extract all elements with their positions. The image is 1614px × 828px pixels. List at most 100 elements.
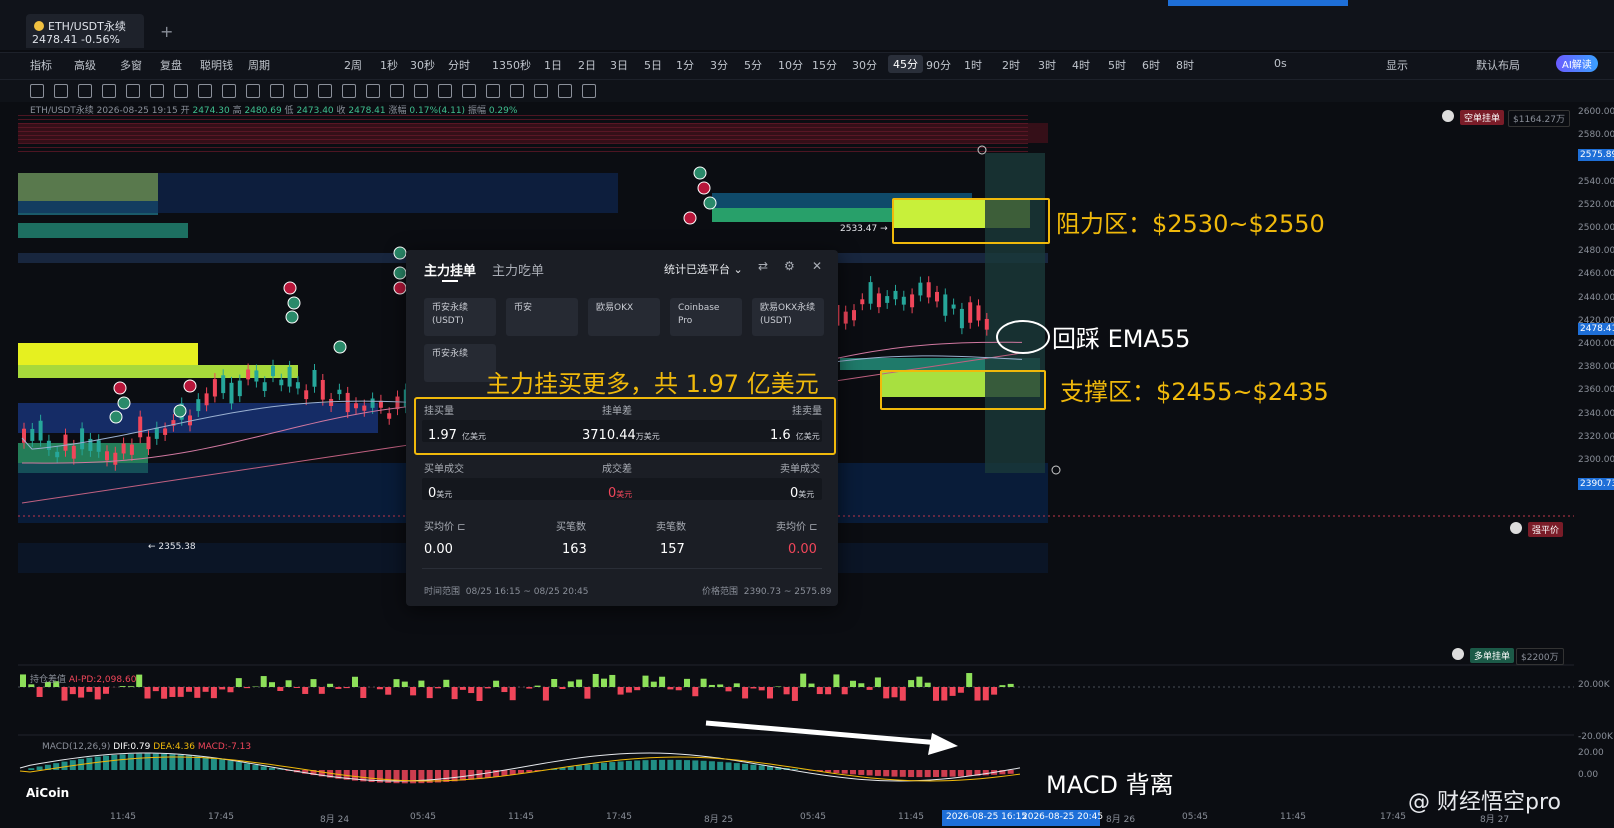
filter-icon[interactable] <box>510 84 524 98</box>
lock-icon[interactable] <box>438 84 452 98</box>
toolbar-item[interactable]: 1秒 <box>380 57 398 73</box>
toolbar-item[interactable]: AI解读 <box>1556 55 1598 72</box>
exchange-chip[interactable]: Coinbase Pro <box>670 298 742 336</box>
toolbar-item[interactable]: 5分 <box>744 57 762 73</box>
toolbar-item[interactable]: 周期 <box>248 57 270 73</box>
toolbar-item[interactable]: 分时 <box>448 57 470 73</box>
bid-orders-tag[interactable]: 多单挂单 <box>1470 648 1515 663</box>
exchange-chip[interactable]: 币安 <box>506 298 578 336</box>
macd-bar <box>758 765 765 770</box>
toolbar-item[interactable]: 30秒 <box>410 57 435 73</box>
layer-icon[interactable] <box>270 84 284 98</box>
ray-tool-icon[interactable] <box>78 84 92 98</box>
chip-icon[interactable] <box>222 84 236 98</box>
pen-icon[interactable] <box>390 84 404 98</box>
toolbar-item[interactable]: 复盘 <box>160 57 182 73</box>
toolbar-item[interactable]: 3时 <box>1038 57 1056 73</box>
platform-select[interactable]: 统计已选平台 ⌄ <box>664 261 743 277</box>
toolbar-item[interactable]: 90分 <box>926 57 951 73</box>
brush-icon[interactable] <box>414 84 428 98</box>
toolbar-item[interactable]: 指标 <box>30 57 52 73</box>
hline-tool-icon[interactable] <box>54 84 68 98</box>
toolbar-item[interactable]: 30分 <box>852 57 877 73</box>
toolbar-item[interactable]: 6时 <box>1142 57 1160 73</box>
trade-diff-unit: 美元 <box>616 490 633 499</box>
toolbar-item[interactable]: 默认布局 <box>1476 57 1520 73</box>
trash-icon[interactable] <box>534 84 548 98</box>
toolbar-item[interactable]: 5日 <box>644 57 662 73</box>
toolbar-item[interactable]: 0s <box>1274 57 1287 70</box>
ask-orders-tag[interactable]: 空单挂单 <box>1460 110 1505 125</box>
time-range-value: 08/25 16:15 ~ 08/25 20:45 <box>465 587 589 597</box>
oi-diff-bar <box>916 676 923 687</box>
symbol-tab[interactable]: ETH/USDT永续 2478.41 -0.56% <box>26 14 144 48</box>
no-icon[interactable] <box>246 84 260 98</box>
oi-diff-bar <box>103 687 109 694</box>
toolbar-item[interactable]: 10分 <box>778 57 803 73</box>
macd-bar <box>1007 770 1014 774</box>
toolbar-item[interactable]: 8时 <box>1176 57 1194 73</box>
candle-body <box>113 452 118 465</box>
candle-body <box>204 393 209 406</box>
candle-body <box>852 310 856 321</box>
arrow-tool-icon[interactable] <box>150 84 164 98</box>
eye-icon[interactable] <box>486 84 500 98</box>
rect-tool-icon[interactable] <box>102 84 116 98</box>
exchange-chip[interactable]: 欧易OKX <box>588 298 660 336</box>
toolbar-item[interactable]: 聪明钱 <box>200 57 233 73</box>
exchange-chip[interactable]: 币安永续(USDT) <box>424 298 496 336</box>
line-tool-icon[interactable] <box>30 84 44 98</box>
undo-icon[interactable] <box>558 84 572 98</box>
note-icon[interactable] <box>462 84 476 98</box>
toolbar-item[interactable]: 2时 <box>1002 57 1020 73</box>
toolbar-item[interactable]: 2日 <box>578 57 596 73</box>
toolbar-item[interactable]: 1时 <box>964 57 982 73</box>
main-icon[interactable] <box>174 84 188 98</box>
toolbar-item[interactable]: 1350秒 <box>492 57 531 73</box>
gear-icon[interactable]: ⚙ <box>784 259 795 273</box>
liquidation-price-tag[interactable]: 强平价 <box>1528 522 1564 537</box>
heatmap-band <box>712 208 892 222</box>
toolbar-item[interactable]: 3日 <box>610 57 628 73</box>
add-tab-button[interactable]: + <box>160 22 173 41</box>
toolbar-item[interactable]: 1分 <box>676 57 694 73</box>
toolbar-item[interactable]: 4时 <box>1072 57 1090 73</box>
oi-diff-bar <box>61 687 68 701</box>
oi-diff-bar <box>293 687 300 688</box>
toolbar-item[interactable]: 3分 <box>710 57 728 73</box>
redo-icon[interactable] <box>582 84 596 98</box>
measure-icon[interactable] <box>294 84 308 98</box>
oi-diff-bar <box>692 687 699 697</box>
swap-icon[interactable]: ⇄ <box>758 259 768 273</box>
candle-body <box>843 311 848 324</box>
link-icon[interactable] <box>342 84 356 98</box>
toolbar-item[interactable]: 1日 <box>544 57 562 73</box>
oi-diff-bar <box>874 677 881 687</box>
oi-diff-value: AI-PD:2,098.60 <box>68 675 137 685</box>
big-icon[interactable] <box>198 84 212 98</box>
order-marker-icon <box>393 281 407 295</box>
oi-diff-bar <box>791 687 798 701</box>
candle-body <box>893 290 898 300</box>
toolbar-item[interactable]: 显示 <box>1386 57 1408 73</box>
tab-main-orders[interactable]: 主力挂单 <box>424 260 476 279</box>
trade-sell-label: 卖单成交 <box>780 464 820 475</box>
candle-body <box>154 427 159 439</box>
tab-main-takes[interactable]: 主力吃单 <box>492 260 544 279</box>
toolbar-item[interactable]: 高级 <box>74 57 96 73</box>
zoom-icon[interactable] <box>366 84 380 98</box>
toolbar-item[interactable]: 多窗 <box>120 57 142 73</box>
copy-icon[interactable] <box>318 84 332 98</box>
exchange-chip[interactable]: 欧易OKX永续(USDT) <box>752 298 824 336</box>
ask-line <box>18 143 1028 144</box>
toolbar-item[interactable]: 2周 <box>344 57 362 73</box>
platform-select-label: 统计已选平台 <box>664 263 730 276</box>
toolbar-item[interactable]: 45分 <box>888 55 923 73</box>
channel-tool-icon[interactable] <box>126 84 140 98</box>
oi-diff-bar <box>418 680 425 687</box>
liq-avatar-icon <box>1510 522 1522 534</box>
close-icon[interactable]: ✕ <box>812 259 822 273</box>
oi-diff-bar <box>576 679 583 687</box>
toolbar-item[interactable]: 15分 <box>812 57 837 73</box>
toolbar-item[interactable]: 5时 <box>1108 57 1126 73</box>
